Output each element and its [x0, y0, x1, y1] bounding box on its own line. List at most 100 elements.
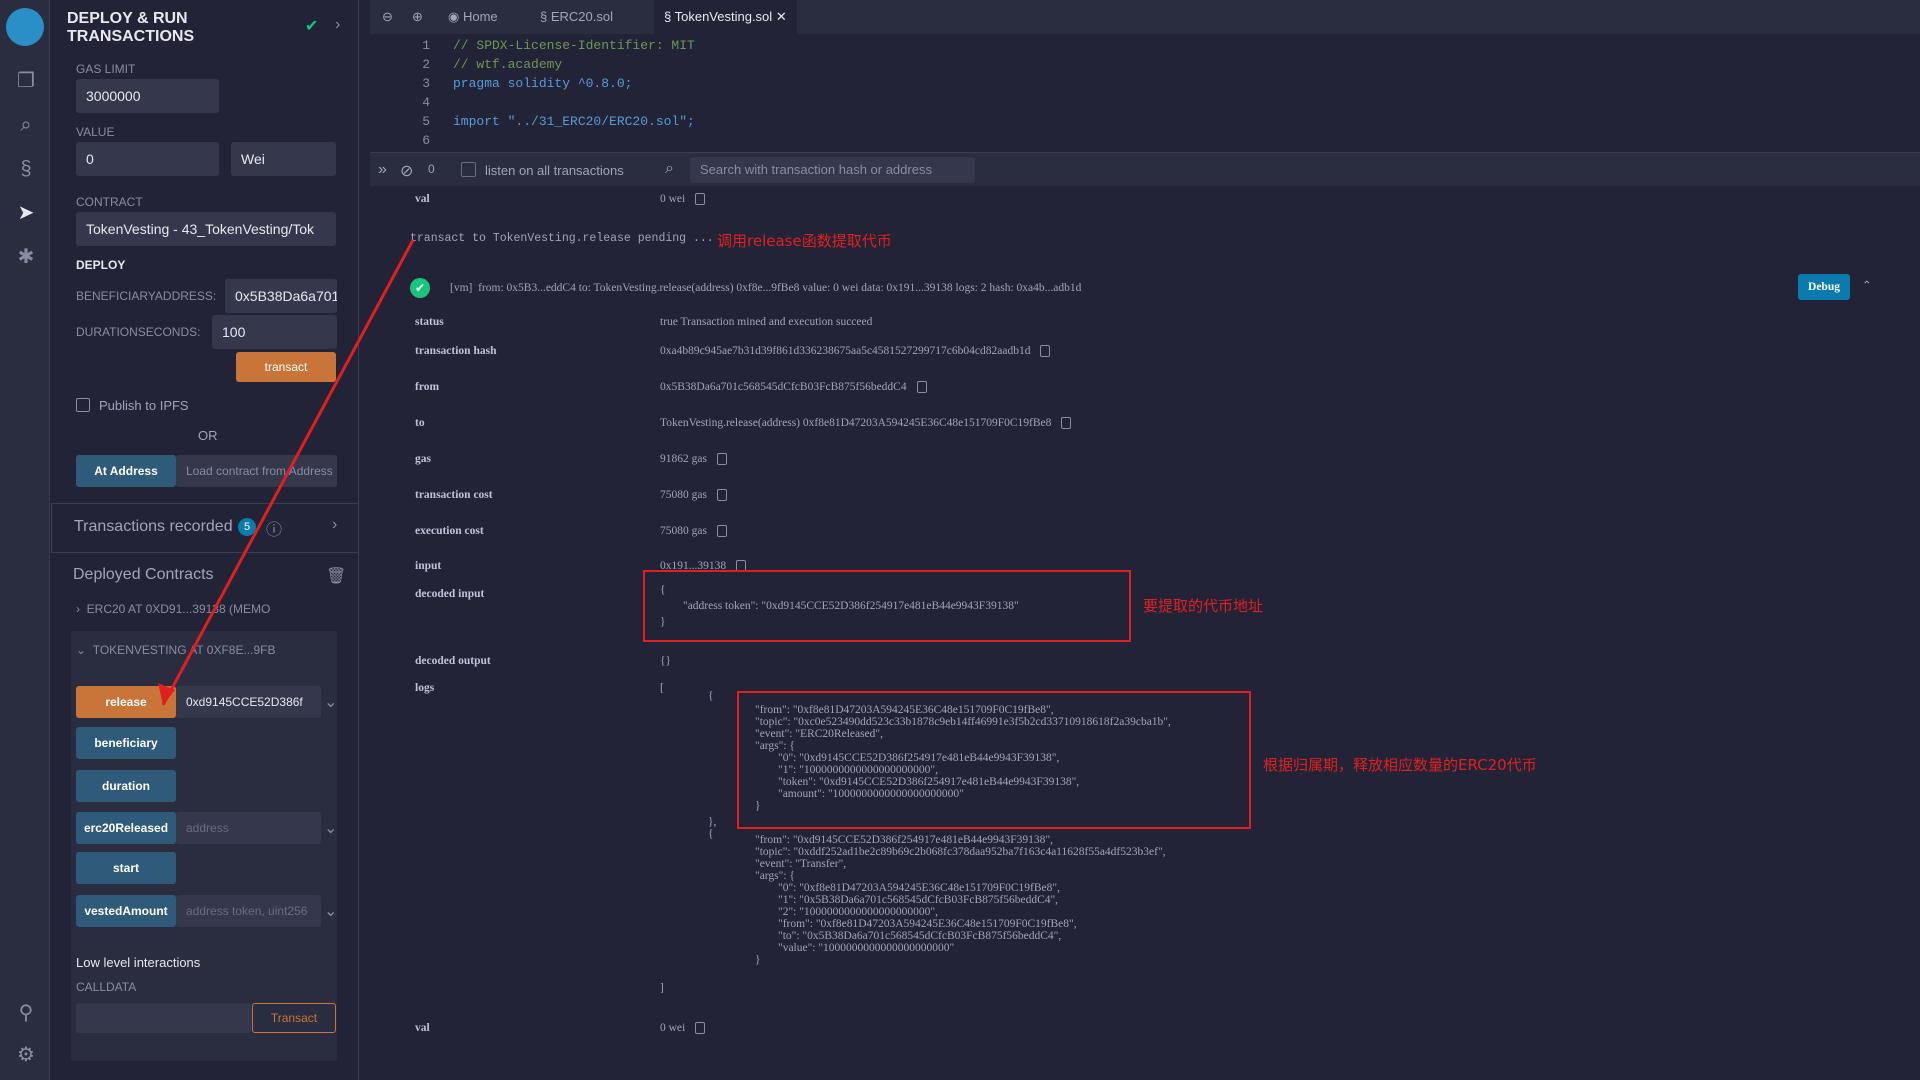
line-number: 3: [422, 76, 430, 91]
line-number: 1: [422, 38, 430, 53]
tx-field-key: status: [415, 316, 444, 328]
copy-icon[interactable]: [716, 489, 727, 502]
tab-home[interactable]: ◉ Home: [448, 0, 498, 34]
chevron-right-icon[interactable]: ›: [332, 516, 337, 534]
erc20-contract-item[interactable]: › ERC20 AT 0XD91...39138 (MEMO: [76, 602, 270, 616]
tx-field-value: TokenVesting.release(address) 0xf8e81D47…: [660, 417, 1072, 430]
tx-field-key: transaction hash: [415, 345, 497, 357]
calldata-input[interactable]: [76, 1003, 251, 1033]
copy-icon[interactable]: [1061, 417, 1072, 430]
copy-icon[interactable]: [1040, 345, 1051, 358]
decoded-output-key: decoded output: [415, 655, 491, 667]
line-number: 4: [422, 95, 430, 110]
tab-erc20-label: ERC20.sol: [550, 9, 613, 24]
beneficiary-label: BENEFICIARYADDRESS:: [76, 289, 217, 303]
collapse-terminal-icon[interactable]: »: [378, 161, 387, 179]
gas-limit-input[interactable]: 3000000: [76, 79, 219, 113]
tx-summary[interactable]: [vm] from: 0x5B3...eddC4 to: TokenVestin…: [450, 282, 1081, 294]
fn-beneficiary-button[interactable]: beneficiary: [76, 727, 176, 759]
copy-icon[interactable]: [695, 193, 706, 206]
contract-select[interactable]: TokenVesting - 43_TokenVesting/Tok: [76, 212, 336, 246]
decoded-input-key: decoded input: [415, 588, 485, 600]
tx-field-value: 0xa4b89c945ae7b31d39f861d336238675aa5c45…: [660, 345, 1051, 358]
beneficiary-input[interactable]: 0x5B38Da6a701c: [225, 279, 337, 313]
tokenvesting-contract-label: TOKENVESTING AT 0XF8E...9FB: [92, 643, 276, 657]
deploy-run-icon[interactable]: ➤: [13, 200, 39, 226]
transactions-recorded-label: Transactions recorded: [74, 518, 233, 535]
chevron-up-icon[interactable]: ⌃: [1862, 278, 1872, 292]
trash-icon[interactable]: 🗑: [326, 566, 346, 586]
tab-tokenvesting[interactable]: § TokenVesting.sol ✕: [654, 0, 797, 34]
transact-button[interactable]: transact: [236, 352, 336, 382]
copy-icon[interactable]: [916, 381, 927, 394]
panel-title: DEPLOY & RUN TRANSACTIONS: [67, 10, 195, 45]
zoom-in-icon[interactable]: ⊕: [412, 0, 423, 34]
fn-vestedAmount-input[interactable]: address token, uint256: [176, 895, 321, 927]
val-bottom-value: 0 wei: [660, 1022, 706, 1035]
fn-release-input[interactable]: 0xd9145CCE52D386f: [176, 686, 321, 718]
load-address-input[interactable]: Load contract from Address: [176, 455, 337, 487]
icon-bar: ❐ ⌕ § ➤ ✱ ⚲ ⚙: [0, 0, 50, 1080]
chevron-down-icon: ⌄: [76, 643, 93, 657]
fn-erc20Released-button[interactable]: erc20Released: [76, 812, 176, 844]
plugin-manager-icon[interactable]: ⚲: [13, 1000, 39, 1026]
chevron-right-icon: ›: [76, 602, 87, 616]
remix-logo-icon[interactable]: [6, 8, 44, 46]
fn-vestedAmount-button[interactable]: vestedAmount: [76, 895, 176, 927]
tokenvesting-contract-item[interactable]: ⌄ TOKENVESTING AT 0XF8E...9FB: [76, 643, 275, 657]
chevron-down-icon[interactable]: ⌄: [324, 901, 337, 921]
copy-icon[interactable]: [695, 1022, 706, 1035]
transaction-search-input[interactable]: Search with transaction hash or address: [690, 157, 975, 183]
zoom-out-icon[interactable]: ⊖: [382, 0, 393, 34]
tab-erc20[interactable]: § ERC20.sol: [540, 0, 613, 34]
main-area: ⊖ ⊕ ◉ Home § ERC20.sol § TokenVesting.so…: [158, 0, 1920, 1080]
settings-gear-icon[interactable]: ⚙: [13, 1042, 39, 1068]
close-icon[interactable]: ✕: [776, 9, 787, 24]
compiler-icon[interactable]: §: [13, 156, 39, 182]
chevron-right-icon[interactable]: ›: [335, 16, 340, 34]
log-transfer: "from": "0xd9145CCE52D386f254917e481eB44…: [755, 834, 1166, 966]
deploy-label: DEPLOY: [76, 258, 126, 272]
tx-field-key: from: [415, 381, 440, 393]
calldata-label: CALLDATA: [76, 980, 137, 994]
pending-message: transact to TokenVesting.release pending…: [410, 232, 714, 245]
search-icon[interactable]: ⌕: [13, 112, 39, 138]
line-number: 6: [422, 133, 430, 148]
fn-duration-button[interactable]: duration: [76, 770, 176, 802]
decoded-output-value: {}: [660, 655, 672, 667]
code-line: // wtf.academy: [453, 57, 563, 72]
clear-console-icon[interactable]: ⊘: [400, 161, 413, 181]
code-line: import "../31_ERC20/ERC20.sol";: [453, 114, 695, 129]
copy-icon[interactable]: [716, 453, 727, 466]
file-explorer-icon[interactable]: ❐: [13, 68, 39, 94]
transactions-recorded-section[interactable]: Transactions recorded 5 ⓘ ›: [51, 503, 359, 553]
fn-release-button[interactable]: release: [76, 686, 176, 718]
fn-start-button[interactable]: start: [76, 852, 176, 884]
terminal-toolbar: » ⊘ 0 listen on all transactions ⌕ Searc…: [370, 152, 1920, 186]
tx-field-value: 75080 gas: [660, 489, 727, 502]
code-editor[interactable]: 1 // SPDX-License-Identifier: MIT 2 // wtf.…: [370, 34, 1920, 150]
log1-open-brace: {: [708, 690, 714, 702]
annotation-call-release: 调用release函数提取代币: [717, 232, 892, 250]
duration-label: DURATIONSECONDS:: [76, 325, 201, 339]
low-level-transact-button[interactable]: Transact: [252, 1003, 336, 1033]
chevron-down-icon[interactable]: ⌄: [324, 818, 337, 838]
unit-select[interactable]: Wei: [231, 142, 336, 176]
success-check-icon: ✔: [410, 278, 430, 298]
copy-icon[interactable]: [716, 525, 727, 538]
debug-button[interactable]: Debug: [1798, 274, 1850, 300]
info-icon[interactable]: ⓘ: [266, 516, 282, 540]
fn-erc20Released-input[interactable]: address: [176, 812, 321, 844]
chevron-down-icon[interactable]: ⌄: [324, 692, 337, 712]
at-address-button[interactable]: At Address: [76, 455, 176, 487]
value-input[interactable]: 0: [76, 142, 219, 176]
contract-label: CONTRACT: [76, 195, 143, 209]
listen-checkbox[interactable]: [461, 162, 476, 177]
publish-ipfs-checkbox[interactable]: [76, 398, 90, 412]
code-line: pragma solidity ^0.8.0;: [453, 76, 633, 91]
debugger-icon[interactable]: ✱: [13, 244, 39, 270]
val-top-value: 0 wei: [660, 193, 706, 206]
annotation-release-note: 根据归属期，释放相应数量的ERC20代币: [1263, 756, 1537, 774]
val-top-key: val: [415, 193, 430, 205]
duration-input[interactable]: 100: [212, 315, 337, 349]
